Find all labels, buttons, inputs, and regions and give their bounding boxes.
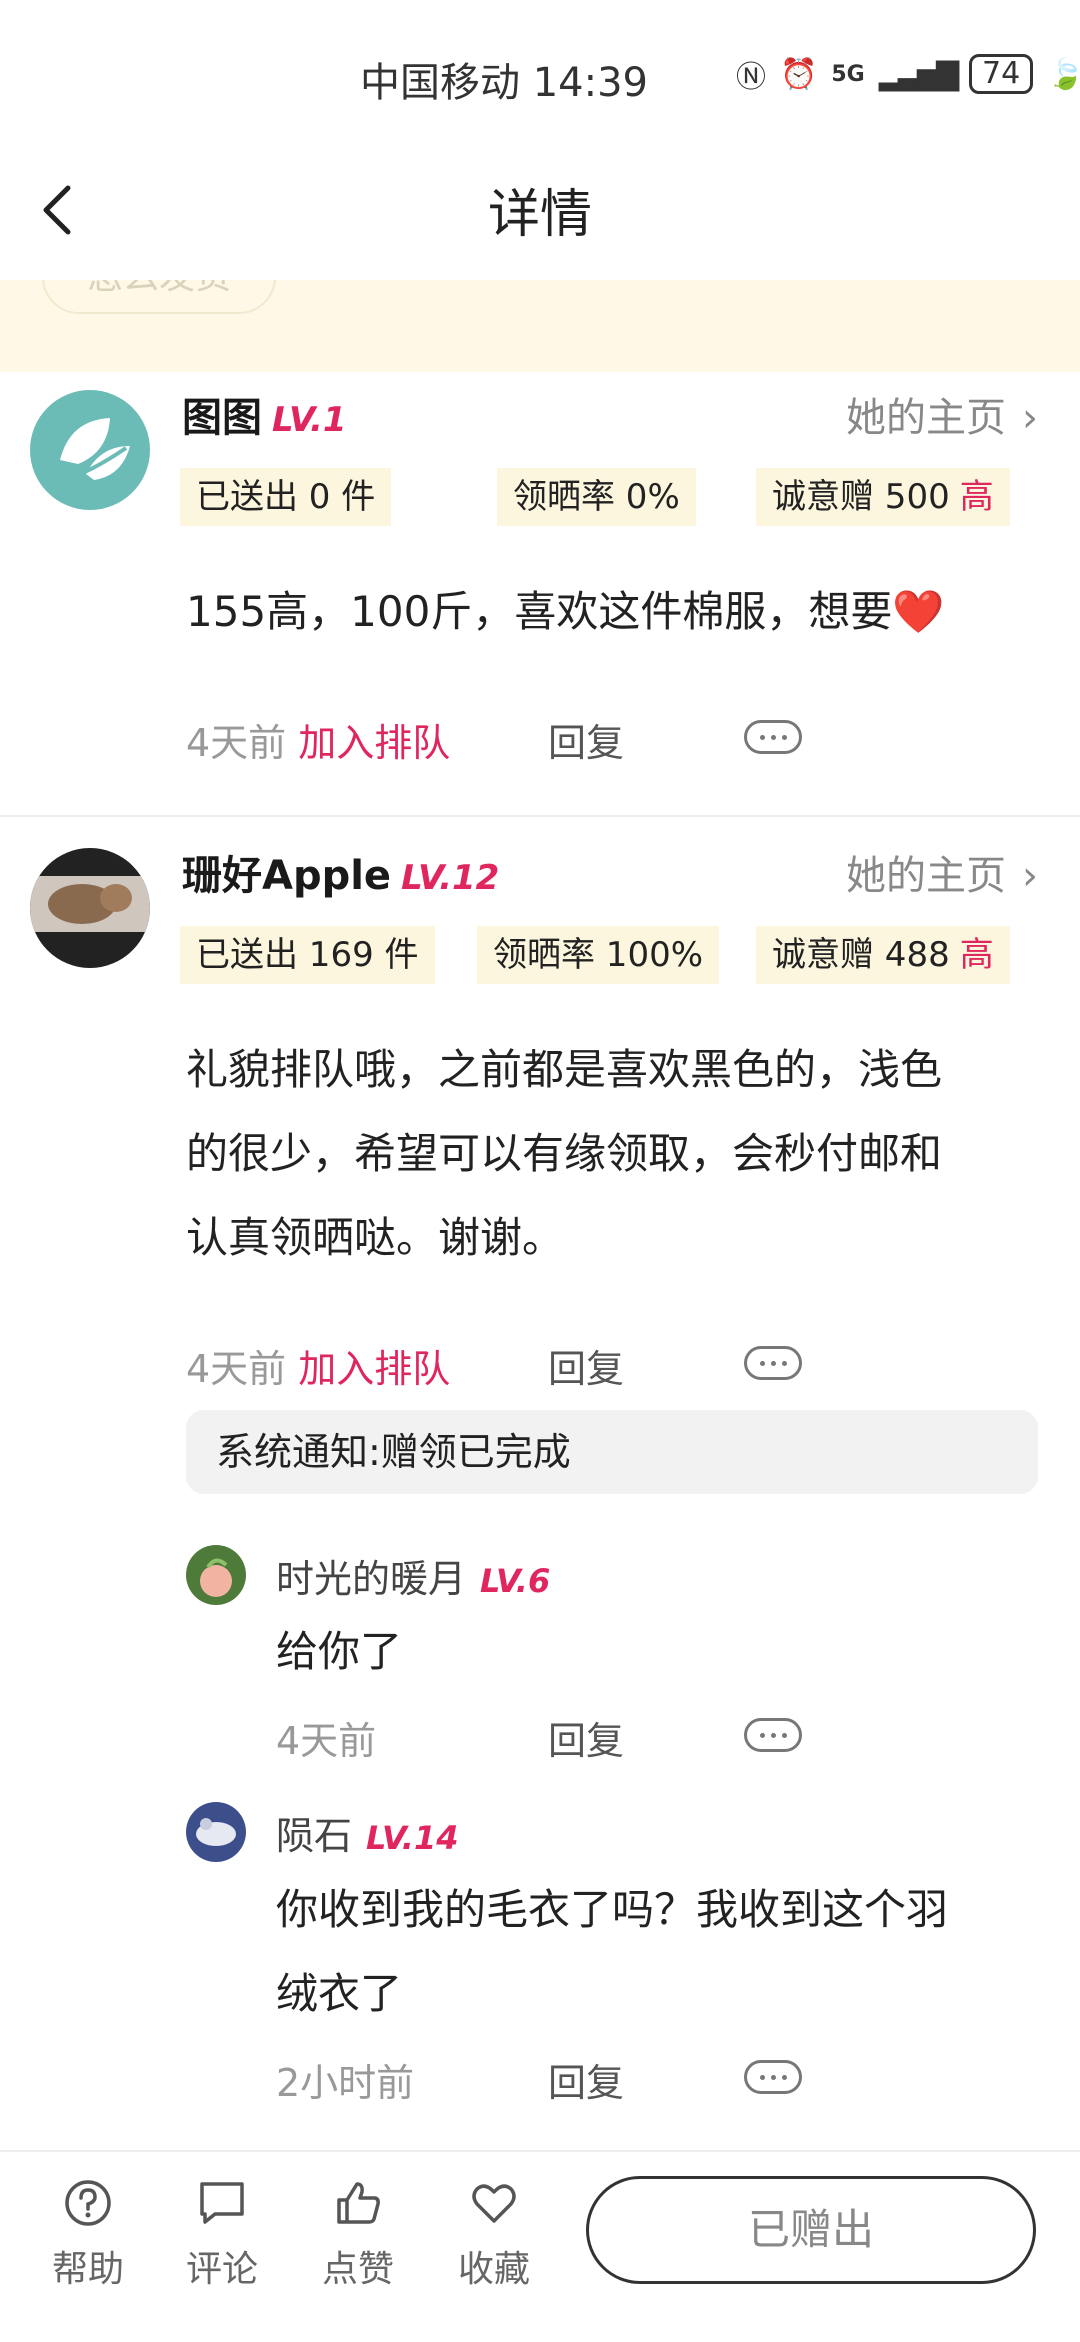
reply-button[interactable]: 回复: [548, 1710, 624, 1765]
leaf-avatar-icon: [57, 418, 130, 484]
more-icon[interactable]: [744, 720, 802, 754]
system-notice: 系统通知:赠领已完成: [186, 1410, 1038, 1494]
comment-icon: [200, 2182, 244, 2224]
leaf-icon: 🍃: [1047, 56, 1080, 92]
reply-text-line: 你收到我的毛衣了吗？我收到这个羽: [276, 1885, 949, 1934]
network-label: 5G: [831, 61, 865, 87]
heart-icon: [472, 2184, 516, 2223]
reply-user[interactable]: 时光的暖月 LV.6: [276, 1548, 550, 1603]
page-title: 详情: [487, 185, 592, 245]
notice-strip: 怎么发货: [0, 280, 1080, 372]
gifted-button[interactable]: 已赠出: [586, 2176, 1036, 2284]
reply-user[interactable]: 陨石 LV.14: [276, 1805, 458, 1860]
level-badge: LV.1: [272, 400, 347, 440]
avatar[interactable]: [186, 1545, 246, 1605]
status-bar: 中国移动 14:39 Ⓝ ⏰ 5G ▂▃▅▇ 74 🍃: [0, 0, 1080, 150]
home-link-label: 她的主页: [846, 853, 1006, 899]
help-icon: [65, 2180, 111, 2226]
reply-button[interactable]: 回复: [548, 2052, 624, 2107]
home-link-label: 她的主页: [846, 395, 1006, 441]
comment-time: 4天前: [186, 1347, 287, 1391]
comment-text-line: 认真领晒哒。谢谢。: [186, 1213, 565, 1262]
sincerity-value: 诚意赠 500: [772, 477, 950, 517]
help-button[interactable]: 帮助: [38, 2178, 138, 2292]
home-link[interactable]: 她的主页 ›: [846, 843, 1038, 901]
reply-user-name[interactable]: 时光的暖月: [276, 1557, 466, 1601]
sincerity-tag: 高: [959, 477, 994, 517]
comment-meta: 4天前 加入排队: [186, 712, 450, 767]
chevron-right-icon: ›: [1022, 395, 1038, 441]
cat-photo-avatar: [30, 876, 150, 932]
avatar[interactable]: [30, 848, 150, 968]
favorite-label: 收藏: [457, 2249, 530, 2290]
reply-text: 给你了: [276, 1627, 403, 1676]
sent-count-stat: 已送出 169 件: [180, 926, 435, 984]
reply-button[interactable]: 回复: [548, 712, 624, 767]
carrier-time: 中国移动 14:39: [360, 60, 648, 106]
sincerity-stat: 诚意赠 500 高: [756, 468, 1010, 526]
more-icon[interactable]: [744, 1346, 802, 1380]
battery-indicator: 74: [969, 54, 1034, 94]
comment-user[interactable]: 图图 LV.1: [182, 385, 347, 443]
more-icon[interactable]: [744, 1718, 802, 1752]
like-button[interactable]: 点赞: [308, 2178, 408, 2292]
reply-button[interactable]: 回复: [548, 1338, 624, 1393]
comment-text-line: 礼貌排队哦，之前都是喜欢黑色的，浅色: [186, 1045, 943, 1094]
sincerity-tag: 高: [959, 935, 994, 975]
more-icon[interactable]: [744, 2060, 802, 2094]
share-rate-stat: 领晒率 0%: [497, 468, 696, 526]
comment-text-line: 的很少，希望可以有缘领取，会秒付邮和: [186, 1129, 943, 1178]
status-icons: Ⓝ ⏰ 5G ▂▃▅▇ 74 🍃: [736, 52, 1080, 96]
like-label: 点赞: [321, 2249, 394, 2290]
level-badge: LV.6: [480, 1562, 551, 1600]
signal-icon: ▂▃▅▇: [878, 56, 959, 92]
sent-count-stat: 已送出 0 件: [180, 468, 392, 526]
reply-text-line: 绒衣了: [276, 1969, 403, 2018]
chevron-right-icon: ›: [1022, 853, 1038, 899]
reply-time: 4天前: [276, 1719, 377, 1763]
comment-label: 评论: [185, 2249, 258, 2290]
comment-text: 155高，100斤，喜欢这件棉服，想要❤️: [186, 587, 945, 636]
comment-button[interactable]: 评论: [172, 2178, 272, 2292]
user-name[interactable]: 图图: [182, 395, 262, 441]
peach-avatar-icon: [200, 1558, 232, 1597]
user-name[interactable]: 珊好Apple: [182, 853, 391, 899]
avatar[interactable]: [186, 1802, 246, 1862]
join-queue-link[interactable]: 加入排队: [298, 1347, 450, 1391]
level-badge: LV.14: [366, 1819, 459, 1857]
nfc-icon: Ⓝ: [736, 60, 766, 95]
reply-time: 2小时前: [276, 2061, 415, 2105]
divider: [0, 815, 1080, 817]
share-rate-stat: 领晒率 100%: [477, 926, 720, 984]
join-queue-link[interactable]: 加入排队: [298, 721, 450, 765]
favorite-button[interactable]: 收藏: [444, 2178, 544, 2292]
thumbs-up-icon: [337, 2182, 380, 2224]
reply-user-name[interactable]: 陨石: [276, 1814, 352, 1858]
sincerity-stat: 诚意赠 488 高: [756, 926, 1010, 984]
comment-meta: 4天前 加入排队: [186, 1338, 450, 1393]
shipping-tag[interactable]: 怎么发货: [42, 280, 276, 314]
sky-avatar-icon: [196, 1818, 236, 1846]
help-label: 帮助: [51, 2249, 124, 2290]
avatar[interactable]: [30, 390, 150, 510]
level-badge: LV.12: [401, 858, 500, 898]
comment-time: 4天前: [186, 721, 287, 765]
alarm-icon: ⏰: [780, 56, 818, 92]
sincerity-value: 诚意赠 488: [772, 935, 950, 975]
comment-user[interactable]: 珊好Apple LV.12: [182, 843, 499, 901]
home-link[interactable]: 她的主页 ›: [846, 385, 1038, 443]
